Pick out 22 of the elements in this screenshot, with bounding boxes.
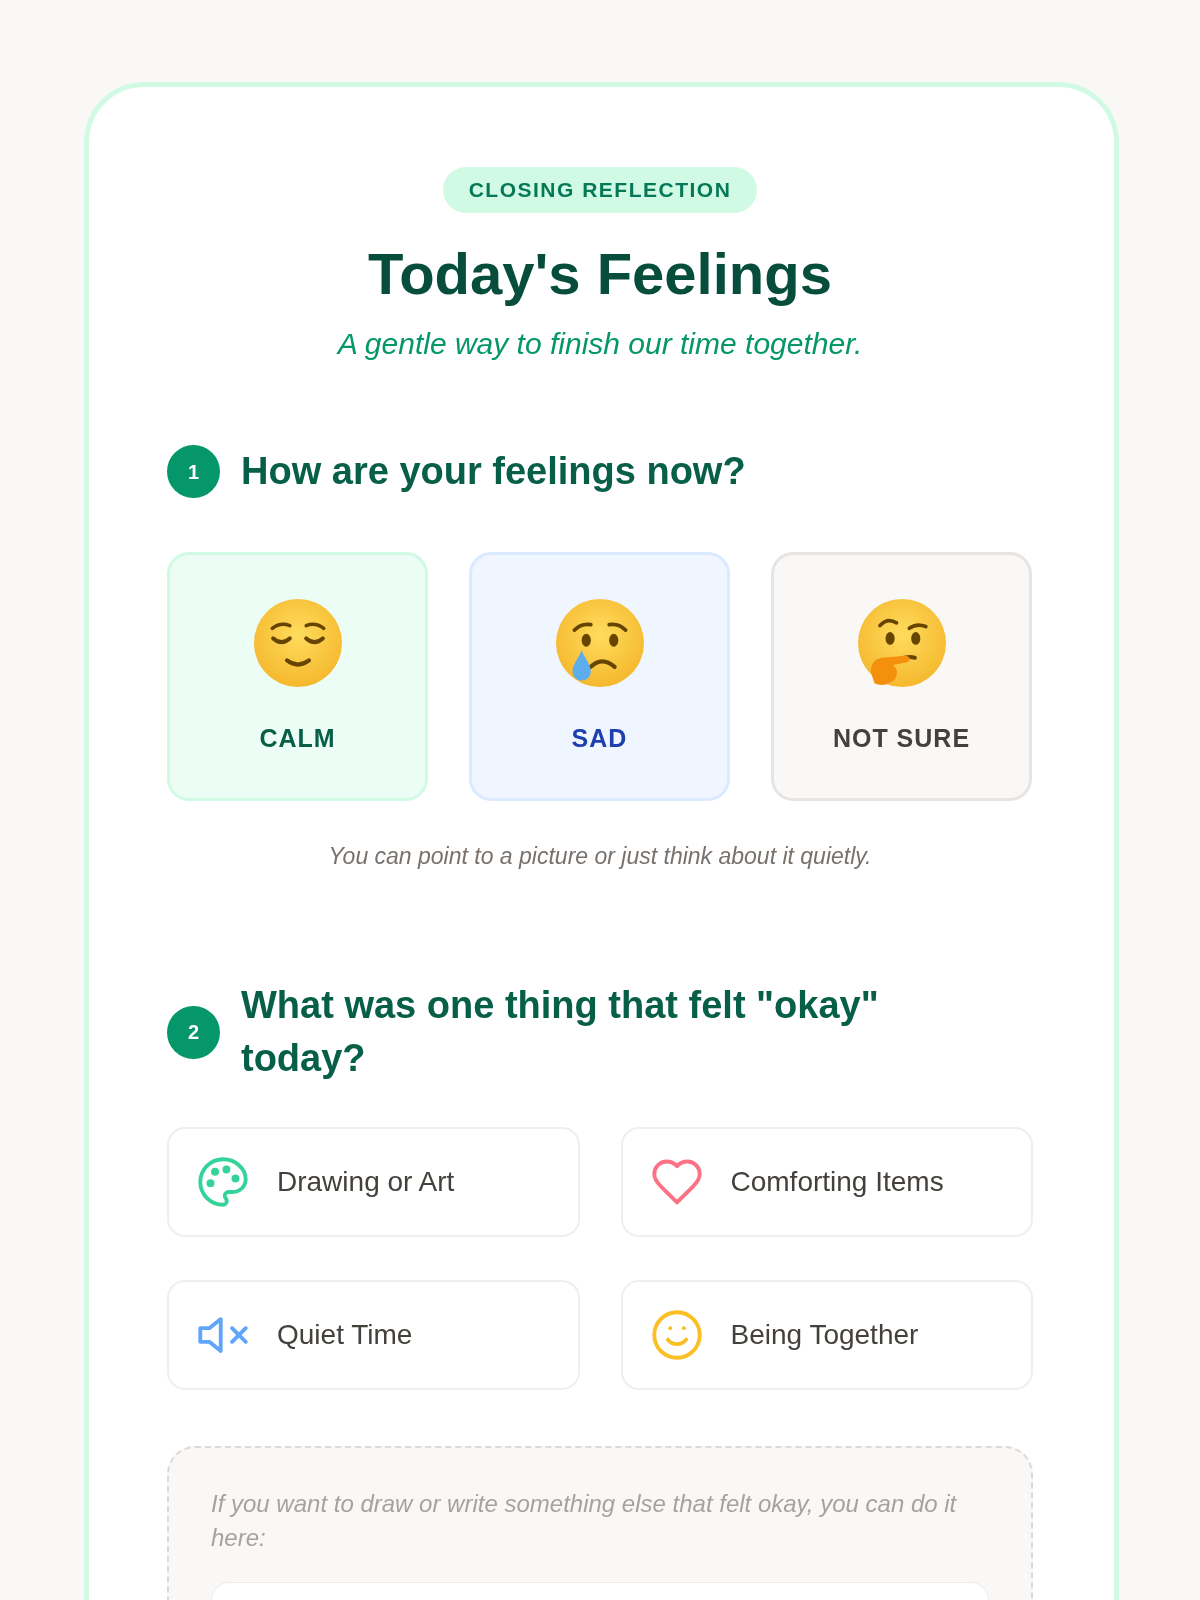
feeling-card[interactable]: CALM bbox=[167, 552, 428, 801]
thinking-face-icon bbox=[857, 599, 946, 687]
page-subtitle: A gentle way to finish our time together. bbox=[335, 326, 864, 362]
smiley-icon bbox=[651, 1310, 702, 1360]
hint-text: You can point to a picture or just think about it quietly. bbox=[327, 842, 873, 871]
option-card[interactable]: Comforting Items bbox=[620, 1127, 1033, 1237]
option-card[interactable]: Being Together bbox=[620, 1280, 1033, 1390]
question-heading: How are your feelings now? bbox=[241, 449, 746, 494]
feeling-card[interactable]: SAD bbox=[469, 552, 730, 801]
step-number: 1 bbox=[167, 445, 220, 498]
step-number: 2 bbox=[167, 1005, 220, 1059]
header-tag: CLOSING REFLECTION bbox=[442, 167, 758, 213]
note-prompt: If you want to draw or write something else that felt okay, you can do it here: bbox=[211, 1489, 958, 1553]
page-title: Today's Feelings bbox=[367, 243, 833, 305]
question-heading: What was one thing that felt "okay" today? bbox=[241, 983, 880, 1081]
relieved-face-icon bbox=[253, 599, 342, 687]
feeling-card[interactable]: NOT SURE bbox=[771, 552, 1032, 801]
crying-face-icon bbox=[555, 599, 644, 687]
palette-icon bbox=[198, 1157, 248, 1207]
heart-icon bbox=[651, 1157, 702, 1207]
option-card[interactable]: Quiet Time bbox=[167, 1280, 580, 1390]
option-card[interactable]: Drawing or Art bbox=[167, 1127, 580, 1237]
